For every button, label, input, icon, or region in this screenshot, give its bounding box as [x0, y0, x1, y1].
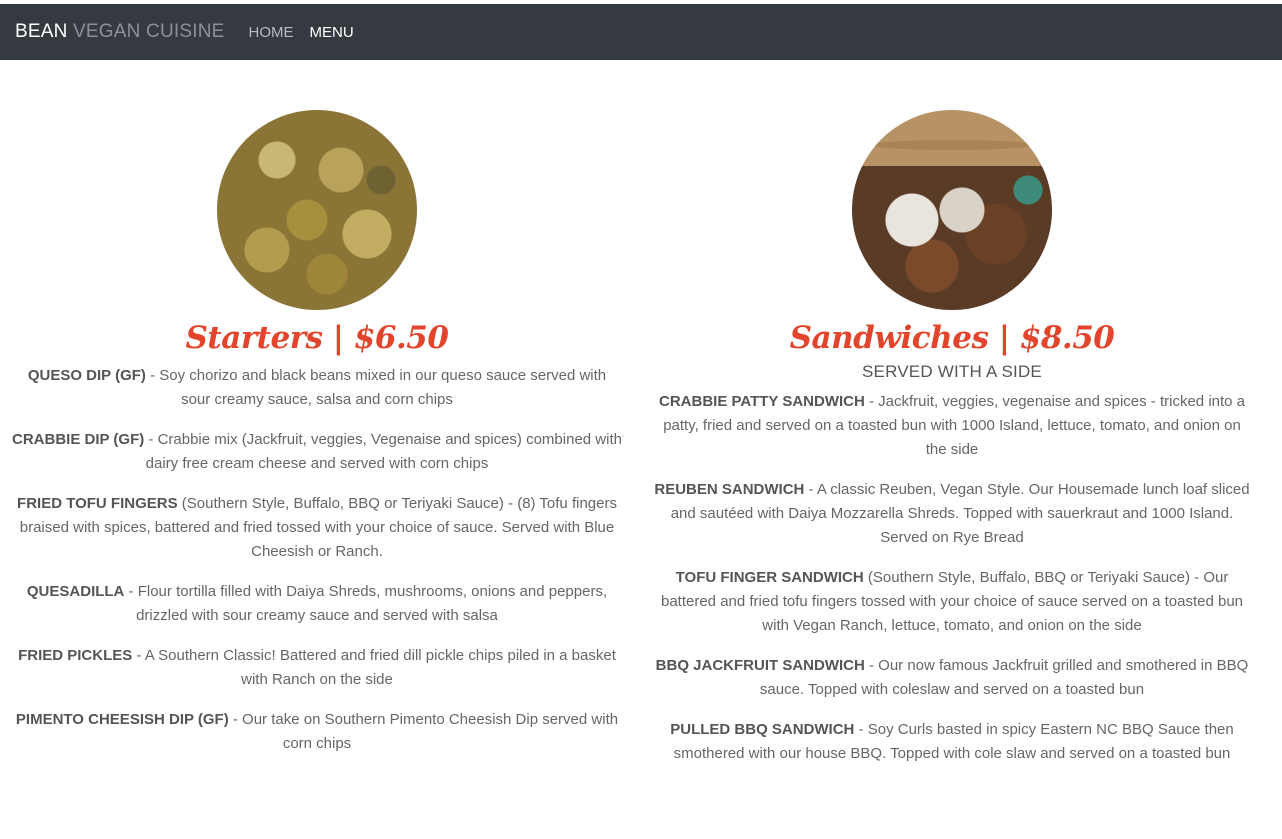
- menu-item-desc: - Our take on Southern Pimento Cheesish …: [228, 711, 619, 752]
- menu-item-name: REUBEN SANDWICH: [654, 481, 805, 498]
- menu-item: PIMENTO CHEESISH DIP (GF) - Our take on …: [10, 708, 624, 756]
- sandwiches-list: CRABBIE PATTY SANDWICH - Jackfruit, vegg…: [652, 390, 1252, 766]
- menu-item-name: CRABBIE DIP (GF): [12, 431, 145, 448]
- menu-item-name: FRIED TOFU FINGERS: [17, 495, 178, 512]
- brand-subtitle: VEGAN CUISINE: [73, 21, 225, 42]
- navbar: BEAN VEGAN CUISINE HOME MENU: [0, 4, 1282, 60]
- menu-item: QUESO DIP (GF) - Soy chorizo and black b…: [10, 364, 624, 412]
- starters-list: QUESO DIP (GF) - Soy chorizo and black b…: [10, 364, 624, 756]
- menu-item: CRABBIE DIP (GF) - Crabbie mix (Jackfrui…: [10, 428, 624, 476]
- menu-item-name: FRIED PICKLES: [18, 647, 133, 664]
- menu-item-name: PIMENTO CHEESISH DIP (GF): [15, 711, 229, 728]
- brand-name: BEAN: [15, 21, 68, 42]
- menu-item: TOFU FINGER SANDWICH (Southern Style, Bu…: [652, 566, 1252, 638]
- starters-title: Starters | $6.50: [185, 320, 449, 356]
- menu-item-desc: - Crabbie mix (Jackfruit, veggies, Vegen…: [144, 431, 622, 472]
- brand-logo[interactable]: BEAN VEGAN CUISINE: [15, 21, 225, 43]
- menu-item-name: CRABBIE PATTY SANDWICH: [658, 393, 865, 410]
- menu-item-desc: - Flour tortilla filled with Daiya Shred…: [124, 583, 608, 624]
- menu-item-desc: - Soy chorizo and black beans mixed in o…: [145, 367, 607, 408]
- menu-item-name: BBQ JACKFRUIT SANDWICH: [655, 657, 865, 674]
- menu-item-name: TOFU FINGER SANDWICH: [675, 569, 864, 586]
- fried-pickles-photo: [217, 110, 417, 310]
- menu-item-name: PULLED BBQ SANDWICH: [670, 721, 855, 738]
- menu-item-name: QUESADILLA: [26, 583, 125, 600]
- menu-page: Starters | $6.50 QUESO DIP (GF) - Soy ch…: [0, 60, 1282, 839]
- sandwiches-subtitle: SERVED WITH A SIDE: [862, 362, 1042, 381]
- starters-section: Starters | $6.50 QUESO DIP (GF) - Soy ch…: [10, 110, 624, 772]
- nav-link-menu[interactable]: MENU: [310, 24, 354, 41]
- menu-item: CRABBIE PATTY SANDWICH - Jackfruit, vegg…: [652, 390, 1252, 462]
- menu-item: QUESADILLA - Flour tortilla filled with …: [10, 580, 624, 628]
- menu-item: FRIED PICKLES - A Southern Classic! Batt…: [10, 644, 624, 692]
- sandwich-photo: [852, 110, 1052, 310]
- nav-link-home[interactable]: HOME: [249, 24, 294, 41]
- menu-item: FRIED TOFU FINGERS (Southern Style, Buff…: [10, 492, 624, 564]
- sandwiches-section: Sandwiches | $8.50 SERVED WITH A SIDE CR…: [652, 110, 1252, 782]
- bun-crust: [872, 140, 1032, 150]
- menu-item: BBQ JACKFRUIT SANDWICH - Our now famous …: [652, 654, 1252, 702]
- sandwiches-title: Sandwiches | $8.50: [789, 320, 1115, 356]
- menu-item-desc: - A Southern Classic! Battered and fried…: [132, 647, 616, 688]
- menu-item: REUBEN SANDWICH - A classic Reuben, Vega…: [652, 478, 1252, 550]
- menu-item-name: QUESO DIP (GF): [27, 367, 146, 384]
- menu-item: PULLED BBQ SANDWICH - Soy Curls basted i…: [652, 718, 1252, 766]
